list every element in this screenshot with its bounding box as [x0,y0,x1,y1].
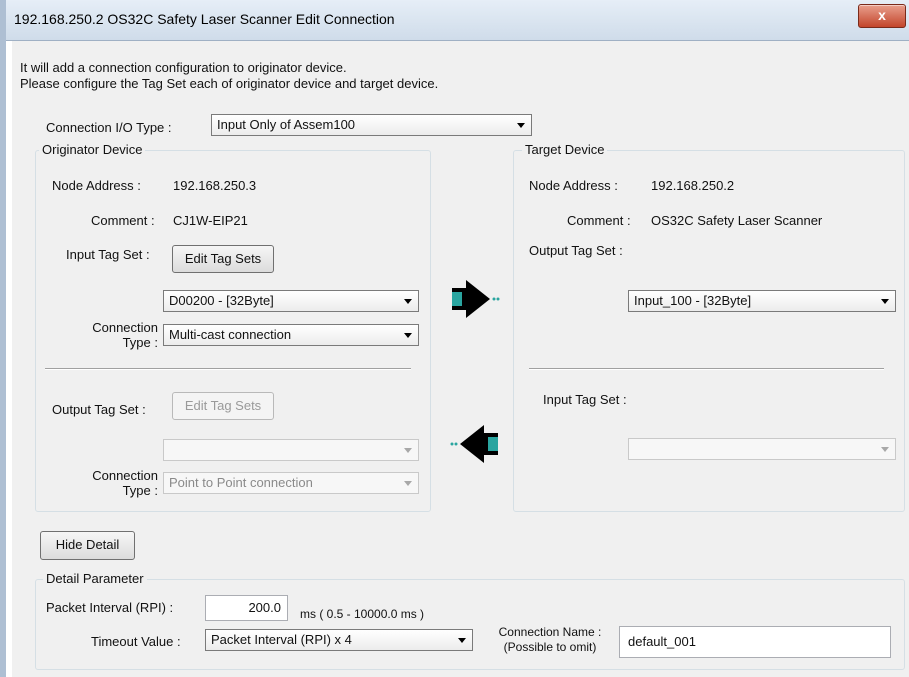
chevron-down-icon [404,333,412,338]
target-output-tag-set-value: Input_100 - [32Byte] [634,293,752,308]
chevron-down-icon [404,299,412,304]
chevron-down-icon [404,448,412,453]
left-arrow-icon [450,425,498,463]
originator-node-address-label: Node Address : [52,178,141,193]
timeout-value: Packet Interval (RPI) x 4 [211,632,352,647]
input-connection-type-label: Connection Type : [78,320,158,350]
connection-io-type-label: Connection I/O Type : [46,120,172,135]
chevron-down-icon [517,123,525,128]
connection-type-label-line1: Connection [92,468,158,483]
timeout-select[interactable]: Packet Interval (RPI) x 4 [205,629,473,651]
input-tag-set-label: Input Tag Set : [66,247,150,262]
output-connection-type-label: Connection Type : [78,468,158,498]
connection-name-label: Connection Name : (Possible to omit) [488,625,612,655]
timeout-label: Timeout Value : [91,634,181,649]
input-tag-set-select[interactable]: D00200 - [32Byte] [163,290,419,312]
input-connection-type-select[interactable]: Multi-cast connection [163,324,419,346]
connection-io-type-select[interactable]: Input Only of Assem100 [211,114,532,136]
target-separator [529,368,884,370]
connection-type-label-line1: Connection [92,320,158,335]
edit-tag-sets-button[interactable]: Edit Tag Sets [172,245,274,273]
target-comment-value: OS32C Safety Laser Scanner [651,213,823,228]
connection-name-label-line1: Connection Name : [498,625,602,639]
target-device-title: Target Device [522,142,608,157]
edit-tag-sets-disabled-button[interactable]: Edit Tag Sets [172,392,274,420]
title-bar[interactable]: 192.168.250.2 OS32C Safety Laser Scanner… [6,0,909,41]
target-node-address-label: Node Address : [529,178,618,193]
target-input-tag-set-select[interactable] [628,438,896,460]
chevron-down-icon [404,481,412,486]
connection-type-label-line2: Type : [122,483,158,498]
output-tag-set-label: Output Tag Set : [52,402,146,417]
target-output-tag-set-select[interactable]: Input_100 - [32Byte] [628,290,896,312]
dialog-body: It will add a connection configuration t… [12,41,909,677]
chevron-down-icon [458,638,466,643]
output-connection-type-value: Point to Point connection [169,475,313,490]
originator-separator [45,368,411,370]
originator-device-title: Originator Device [39,142,146,157]
rpi-input[interactable]: 200.0 [205,595,288,621]
connection-io-type-value: Input Only of Assem100 [217,117,356,132]
output-tag-set-select[interactable] [163,439,419,461]
hide-detail-button[interactable]: Hide Detail [40,531,135,560]
target-node-address-value: 192.168.250.2 [651,178,735,193]
input-tag-set-value: D00200 - [32Byte] [169,293,274,308]
detail-parameter-title: Detail Parameter [43,571,147,586]
target-input-tag-set-label: Input Tag Set : [543,392,627,407]
intro-line-2: Please configure the Tag Set each of ori… [20,76,439,91]
right-arrow-icon [452,280,500,318]
edit-connection-dialog: 192.168.250.2 OS32C Safety Laser Scanner… [0,0,909,677]
input-connection-type-value: Multi-cast connection [169,327,292,342]
connection-name-input[interactable]: default_001 [619,626,891,658]
chevron-down-icon [881,447,889,452]
chevron-down-icon [881,299,889,304]
close-button[interactable]: x [858,4,906,28]
target-output-tag-set-label: Output Tag Set : [529,243,623,258]
output-connection-type-select[interactable]: Point to Point connection [163,472,419,494]
rpi-range-label: ms ( 0.5 - 10000.0 ms ) [300,607,425,621]
originator-comment-label: Comment : [91,213,155,228]
target-comment-label: Comment : [567,213,631,228]
rpi-label: Packet Interval (RPI) : [46,600,174,615]
connection-name-label-line2: (Possible to omit) [503,640,597,654]
originator-comment-value: CJ1W-EIP21 [173,213,248,228]
intro-line-1: It will add a connection configuration t… [20,60,347,75]
window-title: 192.168.250.2 OS32C Safety Laser Scanner… [14,11,395,27]
connection-type-label-line2: Type : [122,335,158,350]
originator-node-address-value: 192.168.250.3 [173,178,257,193]
